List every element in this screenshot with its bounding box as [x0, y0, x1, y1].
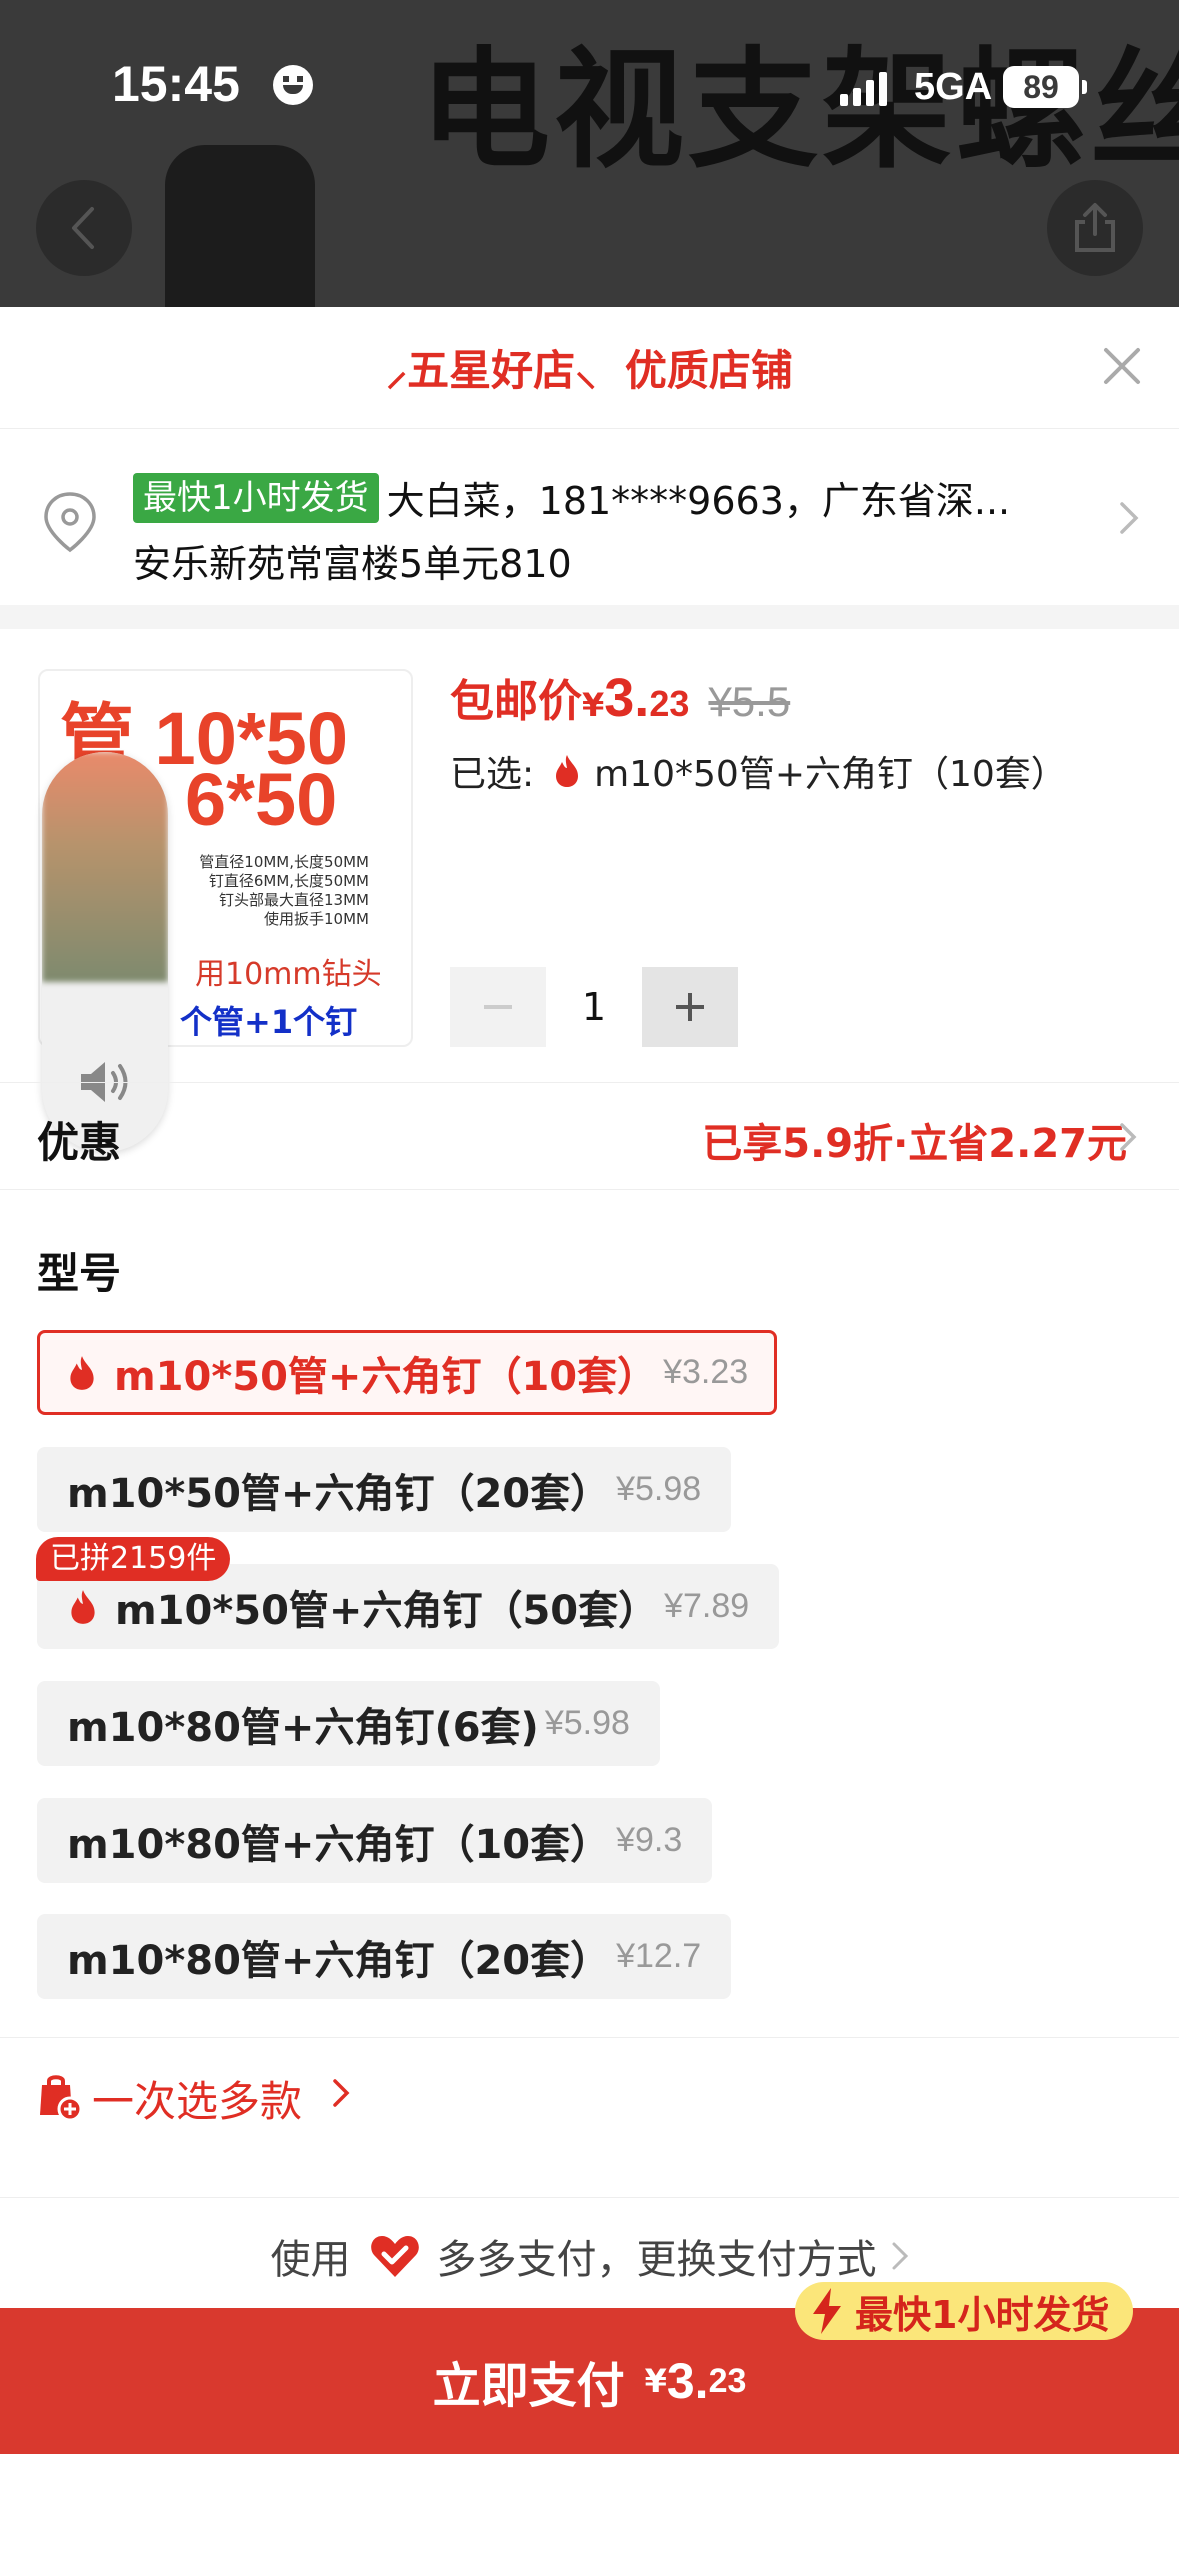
model-option[interactable]: m10*50管+六角钉（10套） ¥3.23 [37, 1330, 778, 1415]
battery-icon: 89 [1003, 66, 1087, 108]
option-price: ¥7.89 [664, 1587, 750, 1625]
battery-level: 89 [1023, 69, 1059, 105]
option-price: ¥5.98 [544, 1704, 630, 1742]
lightning-icon [813, 2288, 841, 2334]
close-icon[interactable] [1101, 345, 1143, 387]
chevron-right-icon [333, 2079, 350, 2107]
multi-select-label: 一次选多款 [92, 2077, 303, 2126]
product-image-combo: 个管+1个钉 [180, 1003, 358, 1041]
pay-currency: ¥ [644, 2362, 667, 2400]
option-label: m10*80管+六角钉（20套） [67, 1937, 611, 1984]
option-label: m10*50管+六角钉（20套） [67, 1470, 611, 1517]
store-rating: ⸝五星好店⸜ 优质店铺 [0, 337, 1179, 398]
quantity-value[interactable]: 1 [546, 985, 642, 1029]
original-price: ¥5.5 [708, 678, 791, 725]
sold-count-badge: 已拼2159件 [36, 1537, 231, 1581]
price-decimal: 23 [649, 683, 690, 724]
promo-label: 优惠 [37, 1118, 122, 1167]
multi-select-row[interactable]: 一次选多款 [0, 2037, 1179, 2177]
chevron-right-icon [1120, 1123, 1137, 1151]
quantity-stepper: 1 [450, 967, 738, 1047]
option-label: m10*80管+六角钉(6套) [67, 1704, 539, 1751]
background-product-image [165, 145, 315, 307]
shopping-bag-plus-icon [40, 2075, 82, 2121]
product-image-text-2: 6*50 [185, 758, 338, 841]
volume-level-fill [42, 752, 168, 982]
store-stars-label: 五星好店 [407, 346, 576, 395]
minus-icon [484, 1005, 512, 1009]
status-time: 15:45 [112, 56, 240, 112]
option-label: m10*50管+六角钉（10套） [114, 1353, 658, 1400]
flame-icon [70, 1355, 94, 1390]
pay-integer: 3. [666, 2353, 709, 2409]
promo-value: 已享5.9折·立省2.27元 [702, 1121, 1127, 1167]
selected-value: m10*50管+六角钉（10套） [594, 754, 1067, 795]
product-image-spec: 管直径10MM,长度50MM 钉直径6MM,长度50MM 钉头部最大直径13MM… [199, 853, 369, 929]
spec-line: 钉头部最大直径13MM [219, 891, 369, 909]
option-price: ¥12.7 [616, 1937, 702, 1975]
price-currency: ¥ [582, 686, 605, 724]
model-section-title: 型号 [37, 1249, 122, 1298]
option-label: m10*50管+六角钉（50套） [115, 1587, 659, 1634]
model-option[interactable]: m10*50管+六角钉（20套） ¥5.98 [37, 1447, 732, 1532]
spec-line: 钉直径6MM,长度50MM [208, 872, 369, 890]
section-divider [0, 605, 1179, 629]
pay-now-label: 立即支付 [432, 2358, 625, 2414]
option-price: ¥9.3 [616, 1821, 683, 1859]
selected-prefix: 已选: [450, 754, 535, 795]
price-row: 包邮价¥3.23 ¥5.5 [450, 665, 790, 729]
decrease-button[interactable] [450, 967, 546, 1047]
flame-icon [71, 1589, 95, 1624]
promo-row[interactable]: 优惠 已享5.9折·立省2.27元 [0, 1082, 1179, 1190]
network-type: 5GA [914, 66, 993, 108]
focus-mode-icon [273, 65, 313, 105]
product-image-drill: 用10mm钻头 [195, 957, 382, 992]
option-label: m10*80管+六角钉（10套） [67, 1821, 611, 1868]
fast-ship-pay-label: 最快1小时发货 [855, 2292, 1110, 2337]
fast-ship-pay-badge: 最快1小时发货 [795, 2282, 1134, 2340]
laurel-left-icon: ⸝ [386, 346, 408, 395]
increase-button[interactable] [642, 967, 738, 1047]
chevron-left-icon [72, 207, 94, 249]
pay-decimal: 23 [708, 2361, 747, 2400]
signal-icon [840, 72, 888, 106]
price-integer: 3. [604, 668, 650, 728]
spec-line: 管直径10MM,长度50MM [199, 853, 369, 871]
price-label: 包邮价 [450, 676, 582, 727]
back-button[interactable] [36, 180, 132, 276]
spec-line: 使用扳手10MM [264, 910, 369, 928]
model-option[interactable]: m10*80管+六角钉（10套） ¥9.3 [37, 1798, 713, 1883]
payment-prefix: 使用 [270, 2236, 351, 2283]
address-line-1: 最快1小时发货 大白菜，181****9663，广东省深... [133, 470, 1093, 525]
flame-icon [556, 755, 579, 787]
address-line-2: 安乐新苑常富楼5单元810 [133, 542, 572, 586]
store-bar: ⸝五星好店⸜ 优质店铺 [0, 307, 1179, 429]
store-quality-label: 优质店铺 [624, 346, 793, 395]
chevron-right-icon [1120, 502, 1139, 534]
selected-sku: 已选: m10*50管+六角钉（10套） [450, 745, 1067, 797]
option-price: ¥3.23 [663, 1353, 749, 1391]
fast-ship-badge: 最快1小时发货 [133, 472, 379, 523]
share-button[interactable] [1047, 180, 1143, 276]
option-price: ¥5.98 [616, 1470, 702, 1508]
laurel-right-icon: ⸜ [575, 346, 597, 395]
payment-method: 多多支付，更换支付方式 [436, 2236, 877, 2283]
address-row[interactable]: 最快1小时发货 大白菜，181****9663，广东省深... 安乐新苑常富楼5单… [0, 430, 1179, 605]
share-icon [1075, 203, 1115, 252]
recipient-info: 大白菜，181****9663，广东省深... [386, 479, 1011, 523]
model-option[interactable]: m10*80管+六角钉（20套） ¥12.7 [37, 1914, 732, 1999]
duoduo-pay-icon [370, 2235, 419, 2277]
location-pin-icon [44, 492, 96, 553]
chevron-right-icon [892, 2242, 908, 2269]
plus-icon [676, 993, 704, 1021]
background-page: 电视支架螺丝 15:45 5GA 89 [0, 0, 1179, 307]
model-option[interactable]: m10*80管+六角钉(6套) ¥5.98 [37, 1681, 660, 1766]
